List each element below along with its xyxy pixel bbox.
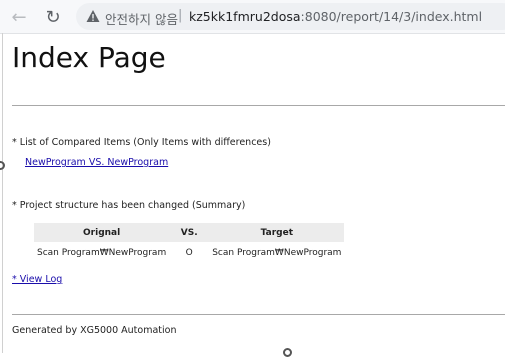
compared-item-link[interactable]: NewProgram VS. NewProgram bbox=[25, 157, 168, 168]
page-title: Index Page bbox=[12, 41, 166, 74]
divider-top bbox=[12, 105, 505, 106]
view-log-link[interactable]: * View Log bbox=[12, 274, 62, 285]
address-bar[interactable]: 안전하지 않음 | kz5kk1fmru2dosa:8080/report/14… bbox=[76, 3, 505, 30]
url-host: kz5kk1fmru2dosa bbox=[189, 9, 301, 24]
browser-toolbar: ← ↻ 안전하지 않음 | kz5kk1fmru2dosa:8080/repor… bbox=[0, 0, 505, 34]
warning-icon bbox=[86, 10, 100, 22]
arrow-left-icon: ← bbox=[11, 6, 27, 28]
cell-vs: O bbox=[185, 248, 193, 258]
address-separator: | bbox=[178, 8, 183, 23]
table-row: Scan Program₩NewProgram O Scan Program₩N… bbox=[34, 242, 344, 264]
url-path: :8080/report/14/3/index.html bbox=[300, 9, 483, 24]
resize-handle-left[interactable] bbox=[0, 161, 5, 170]
header-vs: VS. bbox=[169, 223, 210, 242]
header-original: Orignal bbox=[34, 223, 170, 242]
reload-icon: ↻ bbox=[45, 6, 61, 28]
cell-target: Scan Program₩NewProgram bbox=[212, 248, 342, 258]
compared-items-heading: * List of Compared Items (Only Items wit… bbox=[12, 137, 271, 148]
url-text[interactable]: kz5kk1fmru2dosa:8080/report/14/3/index.h… bbox=[189, 9, 482, 24]
structure-changed-heading: * Project structure has been changed (Su… bbox=[12, 200, 246, 211]
header-target: Target bbox=[209, 223, 345, 242]
reload-button[interactable]: ↻ bbox=[42, 6, 64, 28]
footer-text: Generated by XG5000 Automation bbox=[12, 325, 177, 336]
divider-bottom bbox=[12, 314, 505, 315]
page-edge bbox=[2, 33, 3, 353]
back-button[interactable]: ← bbox=[8, 6, 30, 28]
security-status[interactable]: 안전하지 않음 bbox=[105, 9, 178, 28]
structure-table: Orignal VS. Target Scan Program₩NewProgr… bbox=[34, 223, 345, 264]
table-header-row: Orignal VS. Target bbox=[34, 223, 345, 242]
cell-original: Scan Program₩NewProgram bbox=[37, 248, 167, 258]
